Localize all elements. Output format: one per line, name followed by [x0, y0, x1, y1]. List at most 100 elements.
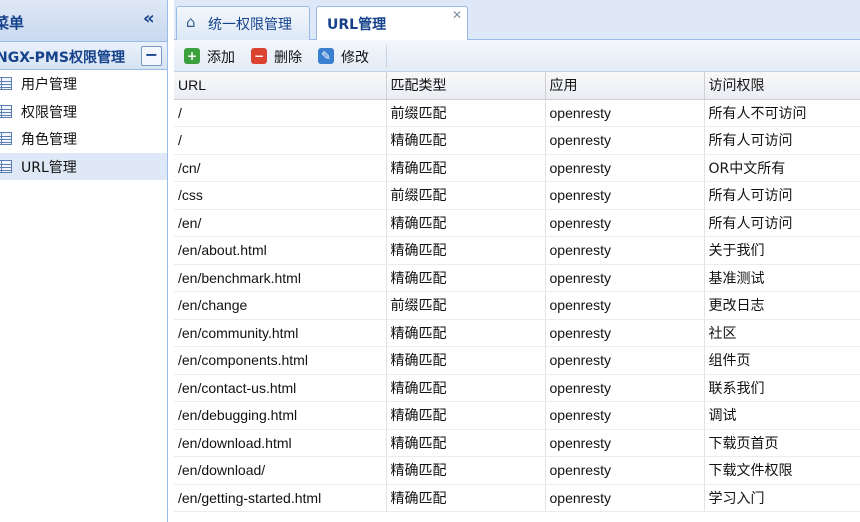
cell-match-type: 前缀匹配	[386, 181, 546, 210]
cell-match-type: 精确匹配	[386, 401, 546, 430]
grid-icon	[0, 77, 12, 90]
cell-match-type: 精确匹配	[386, 154, 546, 182]
cell-access: 所有人可访问	[704, 181, 860, 210]
cell-url: /	[174, 99, 387, 127]
table-row[interactable]: /css 前缀匹配 openresty 所有人可访问	[174, 181, 860, 210]
cell-url: /en/benchmark.html	[174, 264, 387, 292]
sidebar-header: 菜单 «	[0, 0, 167, 42]
collapse-group-button[interactable]: −	[141, 46, 162, 66]
cell-app: openresty	[545, 484, 705, 512]
table-row[interactable]: /cn/精确匹配 openresty OR中文所有	[174, 154, 860, 182]
cell-app: openresty	[545, 126, 705, 155]
sidebar-item[interactable]: 角色管理	[0, 125, 167, 153]
grid-icon	[0, 159, 12, 173]
table-row[interactable]: / 精确匹配 openresty 所有人可访问	[174, 126, 860, 155]
sidebar-item[interactable]: 权限管理	[0, 98, 167, 126]
grid-header-row: URL 匹配类型 应用 访问权限	[174, 72, 860, 100]
sidebar-item[interactable]: 用户管理	[0, 70, 167, 98]
cell-match-type: 精确匹配	[386, 484, 546, 512]
url-grid: URL 匹配类型 应用 访问权限 / 前缀匹配 openresty 所有人不可访问 / 精…	[174, 72, 860, 512]
cell-url: /en/getting-started.html	[174, 484, 387, 512]
table-row[interactable]: /en/community.html 精确匹配 openresty 社区	[174, 319, 860, 347]
sidebar-item[interactable]: URL管理	[0, 152, 167, 180]
grid-body: / 前缀匹配 openresty 所有人不可访问 / 精确匹配 openresty 所有人可访…	[174, 99, 860, 512]
table-row[interactable]: /en/download/精确匹配 openresty 下载文件权限	[174, 456, 860, 485]
cell-access: 基准测试	[704, 264, 860, 292]
cell-url: /en/community.html	[174, 319, 387, 347]
cell-url: /en/change	[174, 291, 387, 320]
column-header-url[interactable]: URL	[174, 72, 387, 100]
cell-url: /en/	[174, 209, 387, 237]
column-header-access[interactable]: 访问权限	[704, 72, 860, 100]
cell-match-type: 前缀匹配	[386, 99, 546, 127]
cell-match-type: 精确匹配	[386, 236, 546, 265]
cell-access: 更改日志	[704, 291, 860, 320]
edit-icon: ✎	[318, 48, 334, 64]
table-row[interactable]: /en/change 前缀匹配 openresty 更改日志	[174, 291, 860, 320]
tab-home-label: 统一权限管理	[208, 17, 292, 33]
add-button-label: 添加	[207, 50, 235, 66]
cell-app: openresty	[545, 99, 705, 127]
collapse-sidebar-icon[interactable]: «	[143, 9, 155, 29]
cell-access: OR中文所有	[704, 154, 860, 182]
table-row[interactable]: /en/about.html 精确匹配 openresty 关于我们	[174, 236, 860, 265]
cell-app: openresty	[545, 236, 705, 265]
delete-icon: −	[251, 48, 267, 64]
delete-button[interactable]: − 删除	[251, 46, 311, 66]
toolbar-separator	[386, 45, 387, 67]
cell-url: /en/download/	[174, 456, 387, 485]
cell-app: openresty	[545, 319, 705, 347]
sidebar-item-label: 权限管理	[21, 104, 77, 121]
table-row[interactable]: /en/getting-started.html 精确匹配 openresty 学习入…	[174, 484, 860, 512]
close-icon[interactable]: ✕	[452, 8, 462, 22]
main-panel: ⌂ 统一权限管理 URL管理 ✕ + 添加 − 删除 ✎ 修改 URL 匹配类型…	[174, 0, 860, 522]
cell-match-type: 精确匹配	[386, 346, 546, 375]
cell-url: /en/about.html	[174, 236, 387, 265]
delete-button-label: 删除	[274, 50, 302, 66]
edit-button[interactable]: ✎ 修改	[318, 46, 378, 66]
sidebar-item-label: URL管理	[21, 159, 77, 176]
cell-access: 所有人可访问	[704, 126, 860, 155]
cell-app: openresty	[545, 154, 705, 182]
column-header-app[interactable]: 应用	[545, 72, 705, 100]
tab-url-management[interactable]: URL管理 ✕	[316, 6, 468, 41]
cell-app: openresty	[545, 401, 705, 430]
cell-match-type: 精确匹配	[386, 209, 546, 237]
cell-app: openresty	[545, 181, 705, 210]
cell-url: /cn/	[174, 154, 387, 182]
cell-app: openresty	[545, 456, 705, 485]
table-row[interactable]: /en/components.html 精确匹配 openresty 组件页	[174, 346, 860, 375]
tab-url-management-label: URL管理	[327, 17, 387, 33]
menu-group-title: NGX-PMS权限管理	[0, 50, 125, 66]
sidebar-item-label: 用户管理	[21, 77, 77, 93]
cell-match-type: 精确匹配	[386, 319, 546, 347]
cell-match-type: 前缀匹配	[386, 291, 546, 320]
cell-app: openresty	[545, 429, 705, 457]
tab-home[interactable]: ⌂ 统一权限管理	[176, 6, 310, 40]
table-row[interactable]: /en/download.html 精确匹配 openresty 下载页首页	[174, 429, 860, 457]
table-row[interactable]: /en/精确匹配 openresty 所有人可访问	[174, 209, 860, 237]
table-row[interactable]: / 前缀匹配 openresty 所有人不可访问	[174, 99, 860, 127]
cell-access: 社区	[704, 319, 860, 347]
table-row[interactable]: /en/contact-us.html 精确匹配 openresty 联系我们	[174, 374, 860, 402]
sidebar-title: 菜单	[0, 14, 25, 32]
table-row[interactable]: /en/benchmark.html 精确匹配 openresty 基准测试	[174, 264, 860, 292]
cell-match-type: 精确匹配	[386, 374, 546, 402]
cell-app: openresty	[545, 374, 705, 402]
cell-url: /en/contact-us.html	[174, 374, 387, 402]
cell-url: /css	[174, 181, 387, 210]
cell-access: 调试	[704, 401, 860, 430]
add-button[interactable]: + 添加	[184, 46, 244, 66]
menu-group-header[interactable]: NGX-PMS权限管理 −	[0, 42, 167, 70]
add-icon: +	[184, 48, 200, 64]
column-header-match-type[interactable]: 匹配类型	[386, 72, 546, 100]
cell-app: openresty	[545, 209, 705, 237]
cell-match-type: 精确匹配	[386, 126, 546, 155]
table-row[interactable]: /en/debugging.html 精确匹配 openresty 调试	[174, 401, 860, 430]
cell-match-type: 精确匹配	[386, 264, 546, 292]
home-icon: ⌂	[186, 13, 196, 31]
sidebar-panel: 菜单 « NGX-PMS权限管理 − 用户管理权限管理角色管理 URL管理	[0, 0, 168, 522]
cell-access: 联系我们	[704, 374, 860, 402]
cell-app: openresty	[545, 264, 705, 292]
cell-app: openresty	[545, 291, 705, 320]
